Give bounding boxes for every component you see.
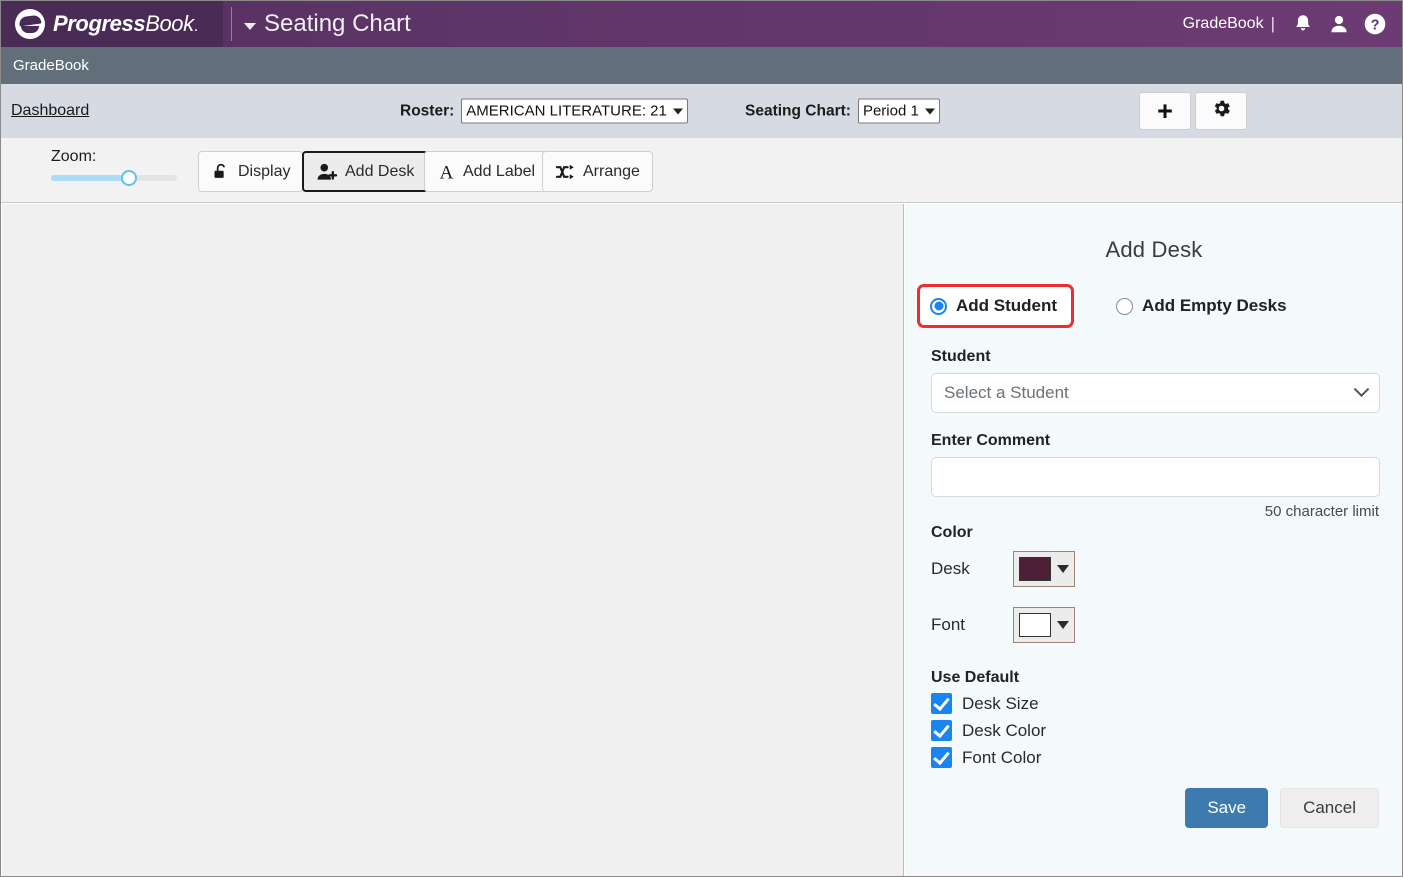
comment-field-group: Enter Comment [905,432,1402,497]
cancel-button[interactable]: Cancel [1280,788,1379,828]
arrange-button-label: Arrange [583,162,640,180]
module-name: GradeBook [13,57,89,74]
help-icon[interactable]: ? [1360,9,1390,39]
chevron-down-icon [672,108,683,114]
add-student-radio-label: Add Student [956,296,1058,315]
add-label-button-label: Add Label [463,162,536,180]
control-bar: Dashboard Roster: AMERICAN LITERATURE: 2… [1,84,1402,138]
seating-chart-canvas[interactable] [2,204,904,876]
header-pipe: | [1270,14,1275,33]
font-color-label: Font [931,615,966,634]
chevron-down-icon [1353,380,1370,397]
add-seating-chart-button[interactable]: + [1139,92,1191,130]
add-empty-desks-radio-option[interactable]: Add Empty Desks [1106,287,1297,325]
comment-character-hint: 50 character limit [1264,503,1379,520]
desk-color-default-label: Desk Color [962,720,1047,740]
save-button[interactable]: Save [1185,788,1269,828]
page-title[interactable]: Seating Chart [244,10,411,38]
settings-button[interactable] [1195,92,1247,130]
add-empty-desks-radio[interactable] [1116,297,1134,315]
seating-chart-selector-group: Seating Chart: Period 1 [745,98,940,124]
use-default-desk-size-row[interactable]: Desk Size [905,693,1402,714]
roster-label: Roster: [400,102,455,119]
caret-down-icon [1057,565,1069,573]
shuffle-icon [555,163,576,181]
text-a-icon: A [437,162,456,181]
font-color-row: Font [905,607,1402,643]
desk-color-picker[interactable] [1013,551,1075,587]
caret-down-icon [1057,621,1069,629]
display-button[interactable]: Display [198,151,304,192]
page-title-label: Seating Chart [264,10,411,37]
use-default-font-color-row[interactable]: Font Color [905,747,1402,768]
unlock-icon [211,162,231,182]
zoom-control: Zoom: [51,148,181,186]
panel-title: Add Desk [1105,237,1203,262]
progressbook-logo-text: ProgressBook. [53,11,198,37]
chevron-down-icon[interactable] [244,22,256,30]
seating-toolbar: Zoom: Display Add Desk A Add Label Arran… [1,138,1402,203]
zoom-label: Zoom: [51,148,97,165]
add-desk-panel: Add Desk Add Student Add Empty Desks Stu… [905,204,1402,876]
font-color-picker[interactable] [1013,607,1075,643]
seating-chart-label: Seating Chart: [745,102,851,119]
logo-text-dot: . [193,18,198,35]
desk-color-swatch [1019,557,1051,581]
roster-selector-group: Roster: AMERICAN LITERATURE: 21 [400,98,688,124]
logo-text-light: Book [145,11,194,36]
font-color-swatch [1019,613,1051,637]
svg-text:A: A [440,162,454,181]
roster-select-value: AMERICAN LITERATURE: 21 [466,102,667,120]
add-empty-desks-radio-label: Add Empty Desks [1142,296,1287,315]
app-header: ProgressBook. Seating Chart GradeBook | … [1,1,1402,47]
desk-mode-radio-group: Add Student Add Empty Desks [905,284,1402,328]
desk-color-checkbox[interactable] [931,720,952,741]
header-divider [231,7,232,41]
user-icon[interactable] [1324,9,1354,39]
use-default-desk-color-row[interactable]: Desk Color [905,720,1402,741]
add-label-button[interactable]: A Add Label [424,151,549,192]
desk-color-label: Desk [931,559,970,578]
seating-chart-select[interactable]: Period 1 [857,98,940,124]
breadcrumb-dashboard-link[interactable]: Dashboard [11,102,89,120]
student-field-label: Student [931,348,991,365]
add-student-radio-option[interactable]: Add Student [917,284,1075,328]
logo-text-bold: Progress [53,11,146,36]
chevron-down-icon [924,108,935,114]
svg-text:?: ? [1371,17,1380,33]
add-desk-button[interactable]: Add Desk [302,151,429,192]
zoom-slider-fill [51,175,130,181]
plus-icon: + [1157,95,1173,126]
panel-actions: Save Cancel [905,788,1402,828]
comment-input[interactable] [931,457,1380,497]
add-desk-button-label: Add Desk [345,162,415,180]
desk-size-checkbox[interactable] [931,693,952,714]
zoom-slider[interactable] [51,170,177,186]
student-field-group: Student Select a Student [905,348,1402,413]
seating-chart-select-value: Period 1 [862,102,919,120]
comment-field-label: Enter Comment [931,432,1051,449]
desk-size-label: Desk Size [962,693,1039,713]
seating-chart-page: ProgressBook. Seating Chart GradeBook | … [0,0,1403,877]
progressbook-logo[interactable]: ProgressBook. [1,1,223,47]
use-default-section-label: Use Default [931,669,1020,686]
add-person-icon [316,162,338,182]
bell-icon[interactable] [1288,9,1318,39]
header-user-label: GradeBook [1182,15,1264,32]
student-select-value: Select a Student [944,383,1069,402]
font-color-default-label: Font Color [962,747,1042,767]
progressbook-logo-icon [15,9,45,39]
gear-icon [1211,98,1232,124]
add-student-radio[interactable] [930,297,947,315]
desk-color-row: Desk [905,551,1402,587]
font-color-checkbox[interactable] [931,747,952,768]
arrange-button[interactable]: Arrange [542,151,653,192]
student-select[interactable]: Select a Student [931,373,1380,413]
color-section-label: Color [931,524,973,541]
header-right-group: GradeBook | ? [1182,9,1402,39]
module-subheader: GradeBook [1,47,1402,84]
zoom-slider-thumb[interactable] [121,170,138,186]
display-button-label: Display [238,162,291,180]
roster-select[interactable]: AMERICAN LITERATURE: 21 [461,98,688,124]
